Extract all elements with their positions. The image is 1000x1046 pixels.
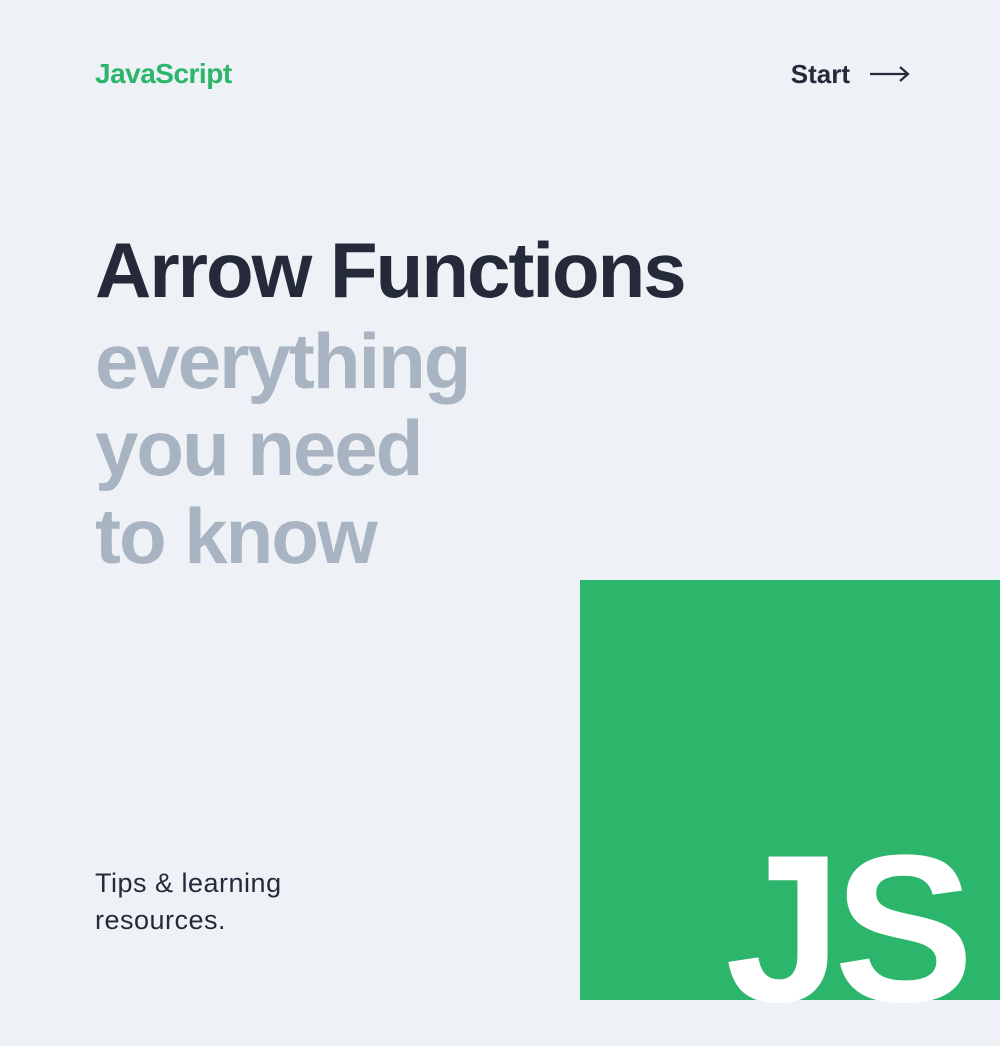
footer-line: Tips & learning	[95, 865, 282, 901]
start-label: Start	[791, 59, 850, 90]
js-badge: JS	[580, 580, 1000, 1000]
brand-label: JavaScript	[95, 58, 232, 90]
start-button[interactable]: Start	[791, 59, 912, 90]
header: JavaScript Start	[0, 0, 1000, 90]
js-badge-text: JS	[725, 840, 966, 1019]
title-secondary: everything you need to know	[95, 318, 1000, 580]
title-secondary-line: to know	[95, 493, 1000, 580]
title-primary: Arrow Functions	[95, 230, 1000, 312]
footer-line: resources.	[95, 902, 282, 938]
title-secondary-line: everything	[95, 318, 1000, 405]
main-content: Arrow Functions everything you need to k…	[0, 90, 1000, 580]
arrow-right-icon	[870, 65, 912, 83]
title-secondary-line: you need	[95, 405, 1000, 492]
footer-tagline: Tips & learning resources.	[95, 865, 282, 938]
